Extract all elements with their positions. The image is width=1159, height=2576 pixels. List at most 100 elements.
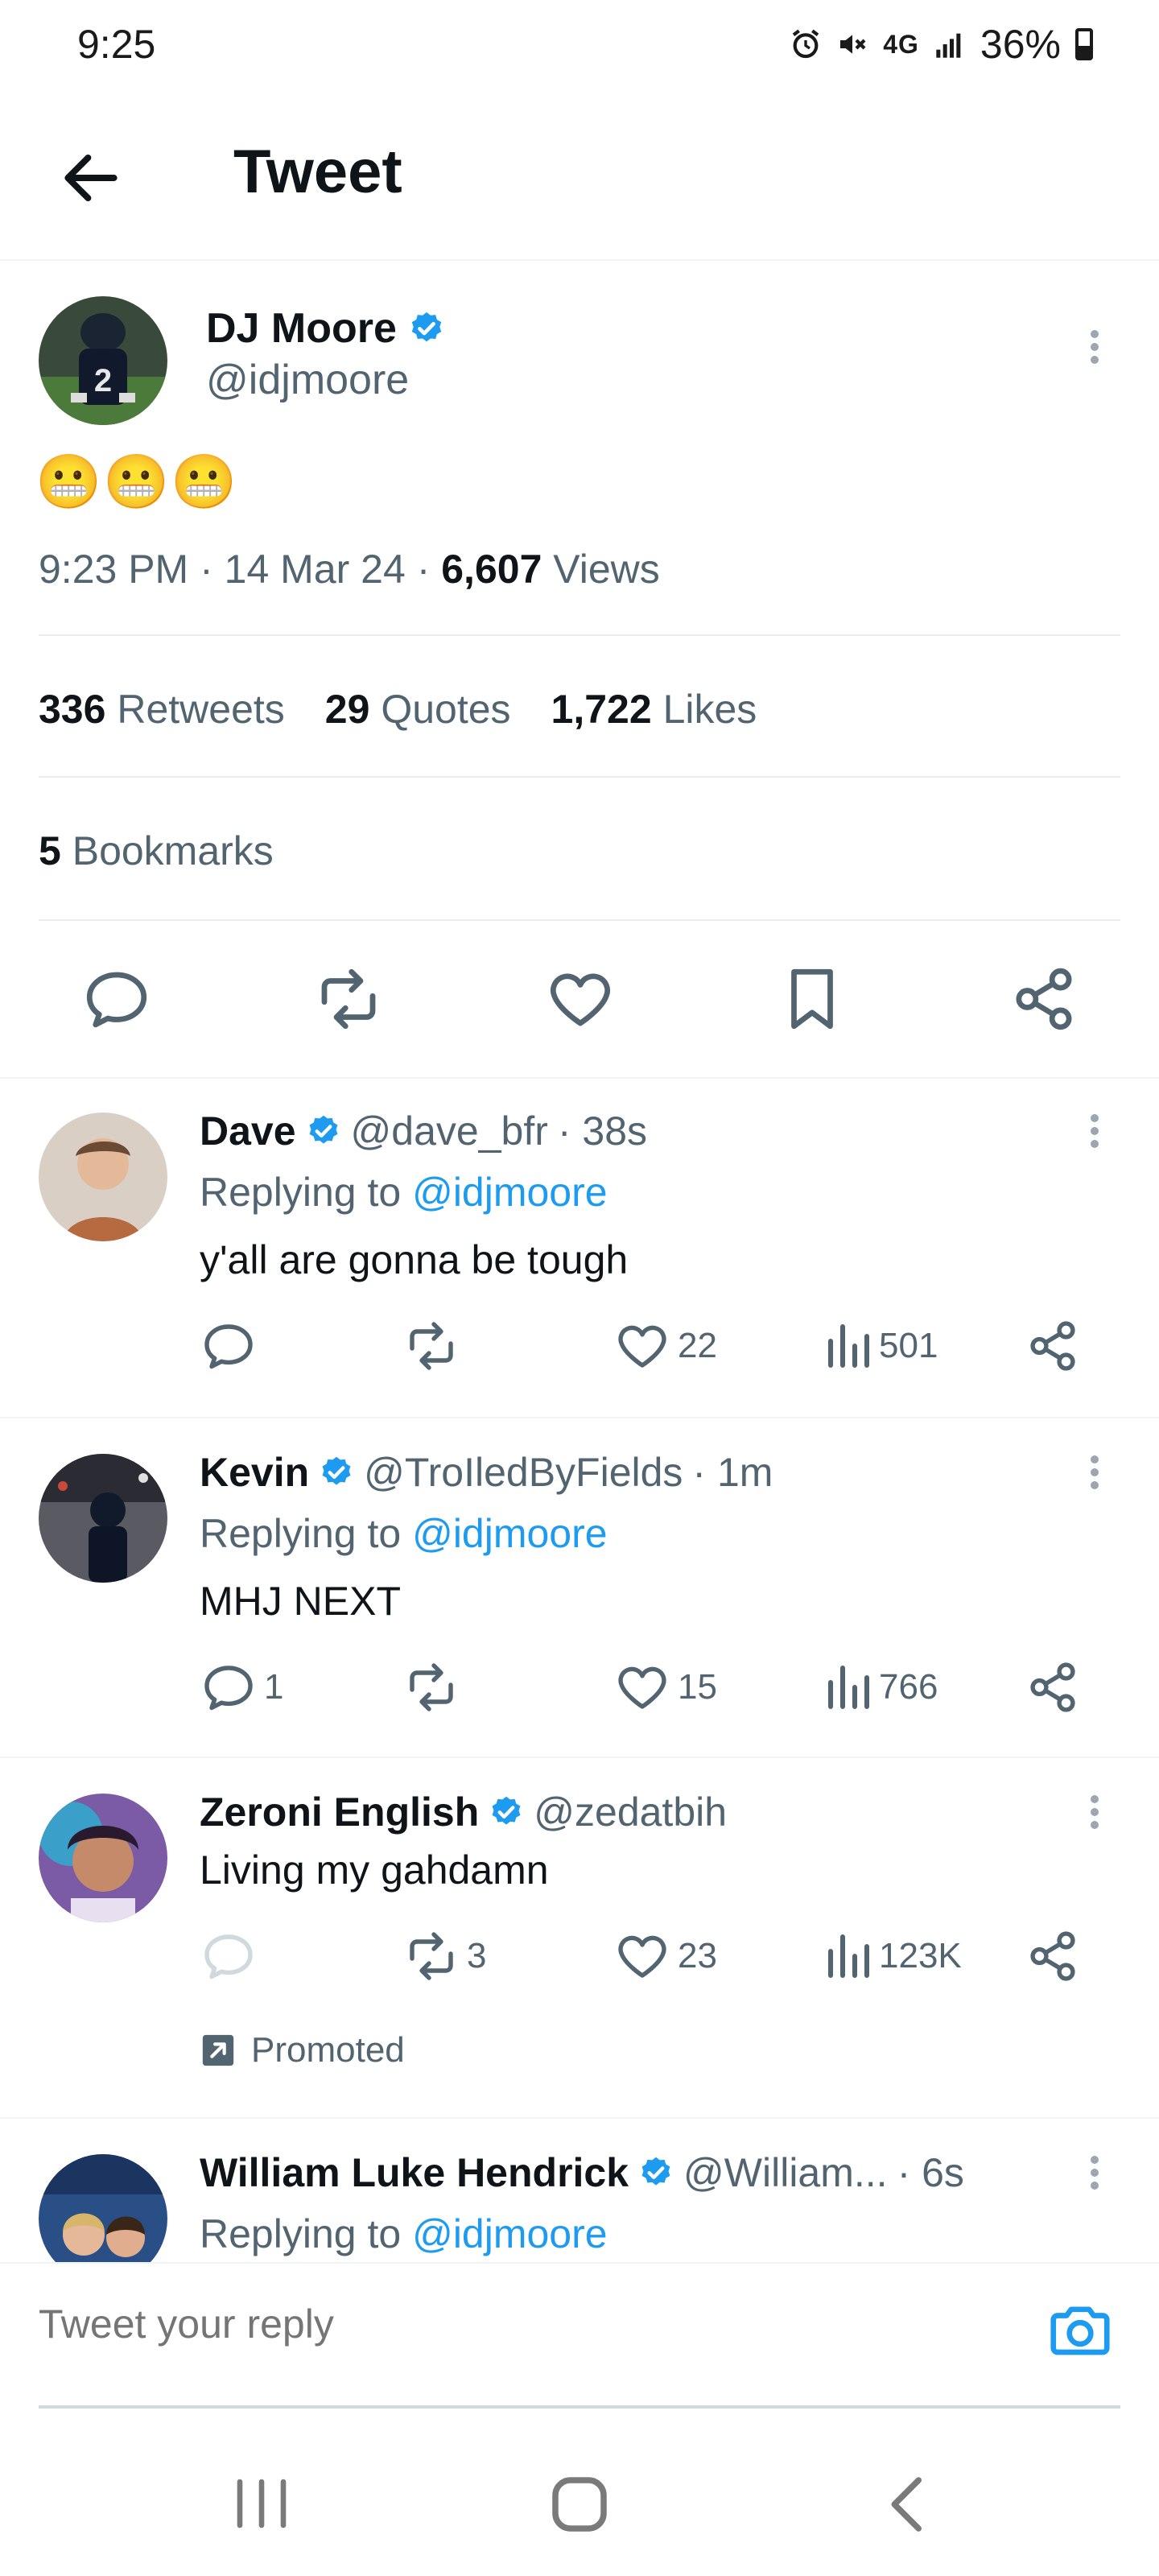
- replying-to-link[interactable]: @idjmoore: [412, 2211, 608, 2256]
- author-name[interactable]: Zeroni English: [200, 1789, 479, 1835]
- retweet-button[interactable]: 3: [402, 1927, 486, 1985]
- more-options-icon[interactable]: [1087, 1790, 1103, 1839]
- reply-tweet[interactable]: William Luke Hendrick @William... · 6s R…: [0, 2119, 1159, 2262]
- views-icon: [828, 1324, 869, 1368]
- verified-badge-icon: [492, 1796, 521, 1825]
- avatar[interactable]: [39, 1113, 167, 1241]
- likes-label: Likes: [662, 687, 757, 732]
- home-icon[interactable]: [543, 2468, 616, 2541]
- avatar[interactable]: 2: [39, 296, 167, 425]
- recent-apps-icon[interactable]: [225, 2471, 298, 2536]
- replying-to-link[interactable]: @idjmoore: [412, 1170, 608, 1215]
- share-icon[interactable]: [1024, 1658, 1082, 1716]
- tweet-date: 14 Mar 24: [224, 547, 406, 592]
- tweet-time: 9:23 PM: [39, 547, 189, 592]
- separator-dot: ·: [416, 547, 442, 592]
- system-back-icon[interactable]: [873, 2468, 946, 2541]
- promoted-arrow-icon: [202, 2034, 234, 2066]
- back-arrow-icon[interactable]: [56, 143, 126, 213]
- reply-text: y'all are gonna be tough: [200, 1237, 629, 1282]
- likes-stat[interactable]: 1,722 Likes: [551, 686, 757, 733]
- status-icons: 4G 36%: [790, 21, 1093, 68]
- bookmarks-stat[interactable]: 5 Bookmarks: [39, 828, 274, 874]
- quotes-stat[interactable]: 29 Quotes: [325, 686, 511, 733]
- reply-text: Living my gahdamn: [200, 1847, 549, 1893]
- replying-to-link[interactable]: @idjmoore: [412, 1511, 608, 1556]
- like-count: 23: [678, 1936, 717, 1975]
- author-handle[interactable]: @zedatbih: [534, 1789, 727, 1835]
- tweet-meta: 9:23 PM · 14 Mar 24 · 6,607 Views: [39, 546, 660, 592]
- like-button[interactable]: 23: [613, 1927, 717, 1985]
- bookmarks-count: 5: [39, 828, 61, 873]
- view-count: 123K: [879, 1936, 962, 1975]
- views-button[interactable]: 123K: [823, 1927, 962, 1985]
- battery-percent: 36%: [980, 22, 1061, 67]
- views-button[interactable]: 766: [823, 1658, 938, 1716]
- view-count: 766: [879, 1667, 938, 1707]
- author-name[interactable]: Kevin: [200, 1449, 309, 1496]
- author-name[interactable]: DJ Moore: [206, 304, 397, 353]
- author-handle[interactable]: @TroIledByFields: [364, 1449, 683, 1496]
- divider: [39, 919, 1120, 921]
- reply-tweet[interactable]: Dave @dave_bfr · 38s Replying to @idjmoo…: [0, 1079, 1159, 1417]
- avatar[interactable]: [39, 1454, 167, 1583]
- reply-button[interactable]: [200, 1927, 264, 1985]
- promoted-label[interactable]: Promoted: [200, 2030, 405, 2070]
- quotes-label: Quotes: [381, 687, 511, 732]
- views-icon: [828, 1934, 869, 1978]
- retweet-icon[interactable]: [312, 963, 385, 1035]
- retweet-icon: [410, 1932, 453, 1980]
- retweets-stat[interactable]: 336 Retweets: [39, 686, 285, 733]
- reply-tweet[interactable]: Kevin @TroIledByFields · 1m Replying to …: [0, 1418, 1159, 1757]
- replying-prefix: Replying to: [200, 1170, 402, 1215]
- replying-prefix: Replying to: [200, 2211, 402, 2256]
- author-name[interactable]: William Luke Hendrick: [200, 2149, 629, 2196]
- like-button[interactable]: 15: [613, 1658, 717, 1716]
- reply-button[interactable]: [200, 1317, 264, 1375]
- reply-icon: [204, 1666, 253, 1711]
- avatar[interactable]: [39, 1794, 167, 1922]
- replying-to: Replying to @idjmoore: [200, 1510, 608, 1557]
- retweet-button[interactable]: [402, 1658, 467, 1716]
- quotes-count: 29: [324, 687, 370, 732]
- replying-prefix: Replying to: [200, 1511, 402, 1556]
- like-count: 15: [678, 1667, 717, 1707]
- share-icon[interactable]: [1024, 1927, 1082, 1985]
- system-nav-bar: [0, 2407, 1159, 2576]
- verified-badge-icon: [411, 312, 442, 342]
- promoted-text: Promoted: [251, 2030, 405, 2070]
- retweet-button[interactable]: [402, 1317, 467, 1375]
- like-icon[interactable]: [544, 963, 617, 1035]
- separator-dot: ·: [200, 547, 225, 592]
- more-options-icon[interactable]: [1087, 1451, 1103, 1499]
- divider: [39, 634, 1120, 636]
- signal-icon: [936, 33, 961, 58]
- more-options-icon[interactable]: [1087, 325, 1103, 374]
- retweets-label: Retweets: [117, 687, 285, 732]
- author-handle[interactable]: @dave_bfr: [351, 1108, 548, 1154]
- like-icon: [618, 1935, 666, 1978]
- more-options-icon[interactable]: [1087, 1109, 1103, 1158]
- views-button[interactable]: 501: [823, 1317, 938, 1375]
- reply-time: · 6s: [897, 2150, 964, 2195]
- promoted-tweet[interactable]: Zeroni English @zedatbih Living my gahda…: [0, 1758, 1159, 2117]
- reply-icon[interactable]: [80, 963, 153, 1035]
- reply-input[interactable]: [39, 2296, 1004, 2352]
- share-icon[interactable]: [1008, 963, 1080, 1035]
- author-handle[interactable]: @idjmoore: [206, 356, 409, 404]
- author-handle[interactable]: @William...: [683, 2149, 888, 2196]
- replying-to: Replying to @idjmoore: [200, 1169, 608, 1216]
- reply-button[interactable]: 1: [200, 1658, 283, 1716]
- more-options-icon[interactable]: [1087, 2151, 1103, 2199]
- author-name[interactable]: Dave: [200, 1108, 296, 1154]
- divider: [39, 776, 1120, 778]
- share-icon[interactable]: [1024, 1317, 1082, 1375]
- like-button[interactable]: 22: [613, 1317, 717, 1375]
- camera-icon[interactable]: [1046, 2296, 1114, 2363]
- avatar[interactable]: [39, 2154, 167, 2262]
- engagement-stats: 336 Retweets 29 Quotes 1,722 Likes: [39, 686, 757, 733]
- retweet-icon: [410, 1322, 453, 1370]
- bookmark-icon[interactable]: [776, 963, 848, 1035]
- replying-to: Replying to @idjmoore: [200, 2211, 608, 2257]
- verified-badge-icon: [641, 2157, 670, 2186]
